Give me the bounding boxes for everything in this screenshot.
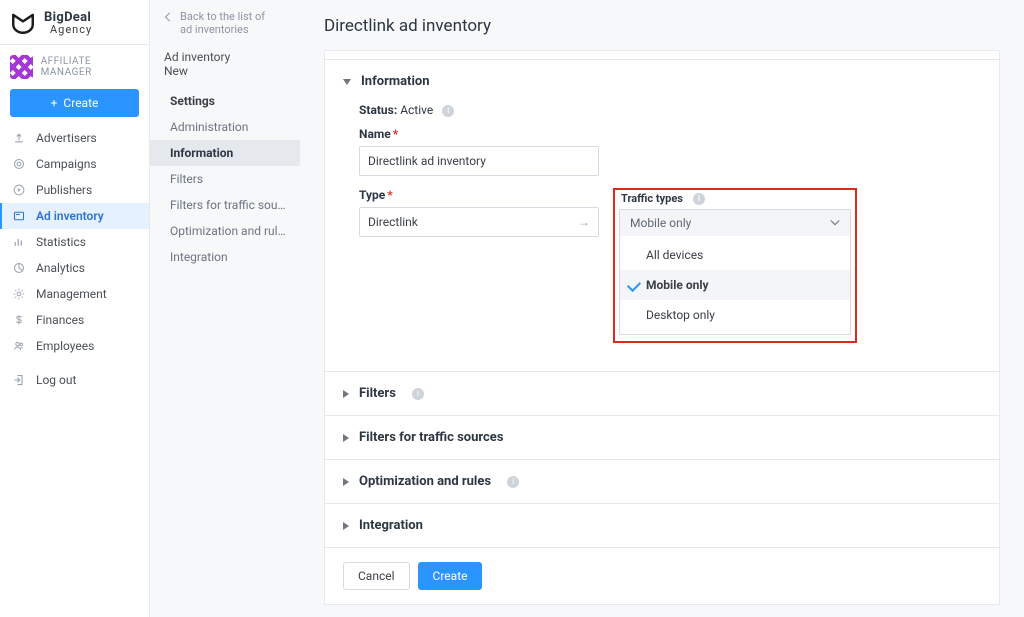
triangle-right-icon xyxy=(343,522,349,530)
form-card: Information Status: Active i Name* Type xyxy=(324,50,1000,605)
create-button[interactable]: + Create xyxy=(10,89,139,117)
nav-item-ad-inventory[interactable]: Ad inventory xyxy=(0,203,149,229)
section-information-title: Information xyxy=(361,74,430,89)
brand-line2: Agency xyxy=(50,23,92,36)
section-information-header[interactable]: Information xyxy=(325,60,999,103)
logo-icon xyxy=(10,10,36,36)
back-link[interactable]: Back to the list of ad inventories xyxy=(150,10,300,46)
create-button-label: Create xyxy=(63,96,98,110)
bars-icon xyxy=(12,236,26,248)
plus-icon: + xyxy=(51,96,58,110)
settings-panel: Back to the list of ad inventories Ad in… xyxy=(150,0,300,617)
status-row: Status: Active i xyxy=(359,103,981,117)
section-integration-title: Integration xyxy=(359,518,423,533)
section-filters-title: Filters xyxy=(359,386,396,401)
settings-item-integration[interactable]: Integration xyxy=(150,244,300,270)
nav: Advertisers Campaigns Publishers Ad invento… xyxy=(0,125,149,359)
upload-icon xyxy=(12,132,26,144)
nav-item-finances[interactable]: Finances xyxy=(0,307,149,333)
triangle-down-icon xyxy=(343,79,351,85)
traffic-types-highlight: Traffic types i Mobile only All devicesM… xyxy=(613,188,857,343)
avatar xyxy=(10,55,33,79)
info-icon[interactable]: i xyxy=(693,193,705,205)
nav-item-employees[interactable]: Employees xyxy=(0,333,149,359)
status-label: Status: xyxy=(359,103,397,117)
section-optimization[interactable]: Optimization and rules i xyxy=(325,460,999,503)
nav-item-publishers[interactable]: Publishers xyxy=(0,177,149,203)
settings-item-information[interactable]: Information xyxy=(150,140,300,166)
traffic-dropdown-toggle[interactable]: Mobile only xyxy=(620,210,850,236)
nav-item-campaigns[interactable]: Campaigns xyxy=(0,151,149,177)
gear-icon xyxy=(12,288,26,300)
panel-subtitle: New xyxy=(150,64,300,86)
nav-item-label: Finances xyxy=(36,313,84,327)
ad-icon xyxy=(12,210,26,222)
nav-item-advertisers[interactable]: Advertisers xyxy=(0,125,149,151)
type-value: Directlink xyxy=(368,215,418,229)
section-integration[interactable]: Integration xyxy=(325,504,999,547)
traffic-dropdown: Mobile only All devicesMobile onlyDeskto… xyxy=(619,209,851,335)
chevron-left-icon xyxy=(164,12,172,22)
nav-item-label: Ad inventory xyxy=(36,209,104,223)
nav-item-statistics[interactable]: Statistics xyxy=(0,229,149,255)
back-line1: Back to the list of xyxy=(180,10,265,23)
brand-logo: BigDeal Agency xyxy=(0,0,149,45)
status-value: Active xyxy=(400,103,433,117)
name-label: Name* xyxy=(359,127,599,141)
traffic-option-desktop-only[interactable]: Desktop only xyxy=(620,300,850,330)
user-role-row: AFFILIATE MANAGER xyxy=(0,45,149,89)
nav-item-label: Employees xyxy=(36,339,94,353)
settings-header: Settings xyxy=(150,86,300,114)
play-icon xyxy=(12,184,26,196)
nav-item-label: Publishers xyxy=(36,183,92,197)
dollar-icon xyxy=(12,314,26,326)
name-input[interactable] xyxy=(359,146,599,176)
role-label: AFFILIATE MANAGER xyxy=(41,56,139,78)
section-filters-sources-title: Filters for traffic sources xyxy=(359,430,504,445)
chevron-down-icon xyxy=(830,218,840,228)
settings-item-filters[interactable]: Filters xyxy=(150,166,300,192)
nav-item-label: Statistics xyxy=(36,235,86,249)
type-select[interactable]: Directlink → xyxy=(359,207,599,237)
nav-item-management[interactable]: Management xyxy=(0,281,149,307)
traffic-option-mobile-only[interactable]: Mobile only xyxy=(620,270,850,300)
nav-logout-label: Log out xyxy=(36,373,76,387)
page-title: Directlink ad inventory xyxy=(324,16,1000,36)
nav-logout[interactable]: Log out xyxy=(0,367,149,393)
nav-item-analytics[interactable]: Analytics xyxy=(0,255,149,281)
create-form-button[interactable]: Create xyxy=(418,562,483,590)
back-line2: ad inventories xyxy=(180,23,265,36)
content: Directlink ad inventory Information Stat… xyxy=(300,0,1024,617)
triangle-right-icon xyxy=(343,478,349,486)
traffic-selected-value: Mobile only xyxy=(630,216,691,230)
section-filters-sources[interactable]: Filters for traffic sources xyxy=(325,416,999,459)
traffic-label: Traffic types i xyxy=(621,192,851,205)
target-icon xyxy=(12,158,26,170)
nav-item-label: Campaigns xyxy=(36,157,97,171)
traffic-option-all-devices[interactable]: All devices xyxy=(620,240,850,270)
card-footer: Cancel Create xyxy=(325,548,999,604)
sidebar: BigDeal Agency AFFILIATE MANAGER + Creat… xyxy=(0,0,150,617)
info-icon[interactable]: i xyxy=(412,388,424,400)
section-information-body: Status: Active i Name* Type* Directlink xyxy=(325,103,999,371)
triangle-right-icon xyxy=(343,390,349,398)
nav-item-label: Analytics xyxy=(36,261,85,275)
arrow-right-icon: → xyxy=(578,215,590,229)
settings-item-administration[interactable]: Administration xyxy=(150,114,300,140)
info-icon[interactable]: i xyxy=(507,476,519,488)
cancel-button[interactable]: Cancel xyxy=(343,562,410,590)
nav-item-label: Advertisers xyxy=(36,131,97,145)
logout-icon xyxy=(12,374,26,386)
panel-title: Ad inventory xyxy=(150,46,300,64)
users-icon xyxy=(12,340,26,352)
info-icon[interactable]: i xyxy=(442,105,454,117)
nav-item-label: Management xyxy=(36,287,107,301)
triangle-right-icon xyxy=(343,434,349,442)
type-label: Type* xyxy=(359,188,599,202)
settings-item-optimization-and-rules[interactable]: Optimization and rules xyxy=(150,218,300,244)
pie-icon xyxy=(12,262,26,274)
section-filters[interactable]: Filters i xyxy=(325,372,999,415)
settings-item-filters-for-traffic-sour-[interactable]: Filters for traffic sour... xyxy=(150,192,300,218)
section-optimization-title: Optimization and rules xyxy=(359,474,491,489)
